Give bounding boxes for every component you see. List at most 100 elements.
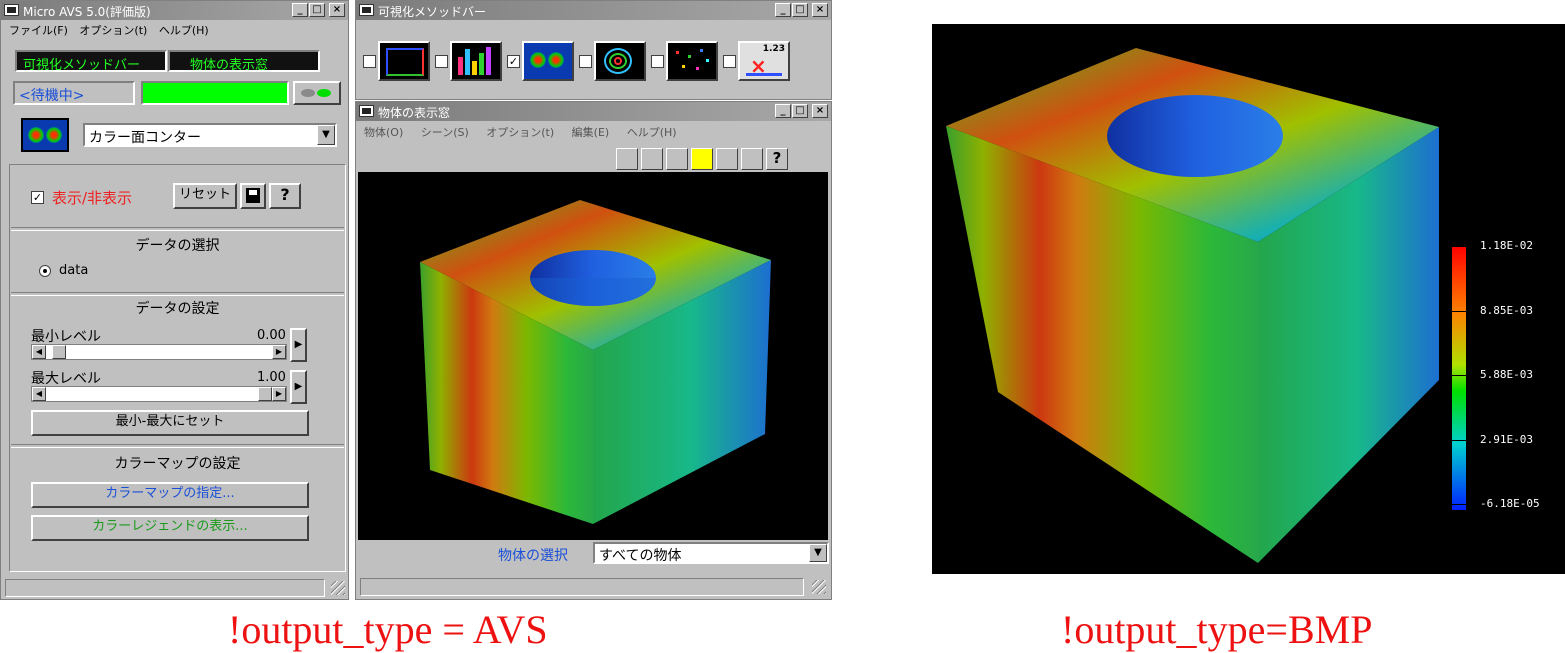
status-text: <待機中> — [19, 88, 85, 104]
object-select-label: 物体の選択 — [498, 548, 568, 564]
color-legend-button[interactable]: カラーレジェンドの表示... — [31, 515, 309, 541]
progress-bar — [141, 81, 289, 105]
maximize-icon[interactable]: □ — [792, 104, 808, 118]
fit-view-icon[interactable] — [691, 148, 713, 170]
close-icon[interactable]: × — [812, 104, 828, 118]
arrow-left-icon[interactable]: ◀ — [32, 387, 46, 401]
display-statusbar — [360, 578, 804, 596]
viewport-3d[interactable] — [358, 172, 828, 540]
caption-avs: !output_type = AVS — [228, 607, 548, 652]
value-label-method-icon[interactable]: 1.23 × — [738, 41, 790, 81]
contour-line-method-icon[interactable] — [594, 41, 646, 81]
main-menubar: ファイル(F) オプション(t) ヘルプ(H) — [1, 22, 348, 40]
divider — [11, 292, 344, 296]
box-icon[interactable] — [716, 148, 738, 170]
object-select[interactable]: すべての物体 ▼ — [593, 542, 829, 564]
minimize-icon[interactable]: _ — [775, 3, 791, 17]
led-icon — [317, 89, 331, 97]
legend-tick-label: -6.18E-05 — [1480, 497, 1540, 510]
data-settings-heading: データの設定 — [135, 301, 220, 317]
method-bar-window: 可視化メソッドバー _ □ × ✓ 1.23 × — [355, 0, 832, 100]
frame-method-icon[interactable] — [378, 41, 430, 81]
resize-grip-icon[interactable] — [331, 581, 345, 595]
display-window-tab-label: 物体の表示窓 — [190, 58, 269, 73]
method-bar-tab[interactable]: 可視化メソッドバー — [15, 50, 167, 73]
set-minmax-button[interactable]: 最小-最大にセット — [31, 410, 309, 436]
bmp-cube-render — [946, 48, 1439, 563]
contour-line-method-checkbox[interactable] — [579, 55, 592, 68]
menu-edit[interactable]: 編集(E) — [572, 124, 610, 142]
window-layout-icon[interactable] — [641, 148, 663, 170]
ruler-icon[interactable] — [616, 148, 638, 170]
method-row: ✓ 1.23 × — [363, 41, 803, 85]
show-hide-label: 表示/非表示 — [52, 189, 133, 207]
chevron-down-icon[interactable]: ▼ — [317, 125, 335, 145]
run-indicator-button[interactable] — [293, 81, 341, 105]
scatter-method-checkbox[interactable] — [651, 55, 664, 68]
value-label-method-checkbox[interactable] — [723, 55, 736, 68]
colormap-spec-button[interactable]: カラーマップの指定... — [31, 482, 309, 508]
arrow-left-icon[interactable]: ◀ — [32, 345, 46, 359]
display-toolbar: ? — [616, 148, 828, 170]
arrow-right-icon[interactable]: ▶ — [272, 387, 286, 401]
status-text-box: <待機中> — [13, 81, 135, 105]
data-radio-button[interactable] — [39, 265, 51, 277]
cube-render — [420, 200, 771, 524]
color-contour-method-icon[interactable] — [522, 41, 574, 81]
reset-button[interactable]: リセット — [173, 183, 237, 209]
resize-grip-icon[interactable] — [812, 580, 826, 594]
display-window: 物体の表示窓 _ □ × 物体(O) シーン(S) オプション(t) 編集(E)… — [355, 101, 832, 600]
bar-method-icon[interactable] — [450, 41, 502, 81]
close-icon[interactable]: × — [812, 3, 828, 17]
max-level-slider[interactable]: ◀ ▶ — [31, 386, 287, 402]
frame-method-checkbox[interactable] — [363, 55, 376, 68]
legend-tick-mark — [1450, 375, 1466, 376]
maximize-icon[interactable]: □ — [309, 3, 325, 17]
menu-file[interactable]: ファイル(F) — [9, 22, 68, 40]
menu-object[interactable]: 物体(O) — [364, 124, 403, 142]
help-button[interactable]: ? — [269, 183, 301, 209]
menu-help[interactable]: ヘルプ(H) — [627, 124, 677, 142]
method-bar-titlebar[interactable]: 可視化メソッドバー _ □ × — [356, 1, 831, 20]
max-level-label: 最大レベル — [31, 371, 101, 387]
menu-options[interactable]: オプション(t) — [79, 22, 147, 40]
legend-tick-mark — [1450, 310, 1466, 312]
menu-scene[interactable]: シーン(S) — [421, 124, 469, 142]
menu-options[interactable]: オプション(t) — [486, 124, 554, 142]
method-bar-tab-label: 可視化メソッドバー — [23, 58, 141, 73]
color-contour-method-checkbox[interactable]: ✓ — [507, 55, 520, 68]
display-window-title: 物体の表示窓 — [378, 106, 451, 120]
save-button[interactable] — [240, 183, 266, 209]
min-level-slider[interactable]: ◀ ▶ — [31, 344, 287, 360]
color-legend-bar — [1452, 246, 1466, 510]
main-window-title: Micro AVS 5.0(評価版) — [23, 5, 151, 19]
arrow-right-icon[interactable]: ▶ — [272, 345, 286, 359]
show-hide-checkbox[interactable]: ✓ — [31, 191, 44, 204]
min-level-slider-thumb[interactable] — [52, 345, 66, 359]
display-window-titlebar[interactable]: 物体の表示窓 _ □ × — [356, 102, 831, 121]
legend-tick-label: 8.85E-03 — [1480, 303, 1533, 317]
min-level-label: 最小レベル — [31, 329, 101, 345]
method-select[interactable]: カラー面コンター ▼ — [83, 123, 337, 147]
minimize-icon[interactable]: _ — [775, 104, 791, 118]
caption-bmp: !output_type=BMP — [1061, 607, 1373, 652]
close-icon[interactable]: × — [329, 3, 345, 17]
maximize-icon[interactable]: □ — [792, 3, 808, 17]
scatter-method-icon[interactable] — [666, 41, 718, 81]
main-window-titlebar[interactable]: Micro AVS 5.0(評価版) _ □ × — [1, 1, 348, 20]
mouse-icon[interactable] — [741, 148, 763, 170]
app-icon — [359, 105, 374, 117]
max-level-step-button[interactable]: ▶ — [290, 370, 307, 404]
app-icon — [359, 4, 374, 16]
help-icon[interactable]: ? — [766, 148, 788, 170]
min-level-step-button[interactable]: ▶ — [290, 328, 307, 362]
axes-icon[interactable] — [666, 148, 688, 170]
bmp-output-image — [932, 24, 1565, 574]
chevron-down-icon[interactable]: ▼ — [809, 544, 827, 562]
menu-help[interactable]: ヘルプ(H) — [159, 22, 209, 40]
bar-method-checkbox[interactable] — [435, 55, 448, 68]
legend-tick-mark — [1450, 439, 1466, 441]
display-window-tab[interactable]: 物体の表示窓 — [168, 50, 320, 73]
max-level-slider-thumb[interactable] — [258, 387, 272, 401]
minimize-icon[interactable]: _ — [292, 3, 308, 17]
